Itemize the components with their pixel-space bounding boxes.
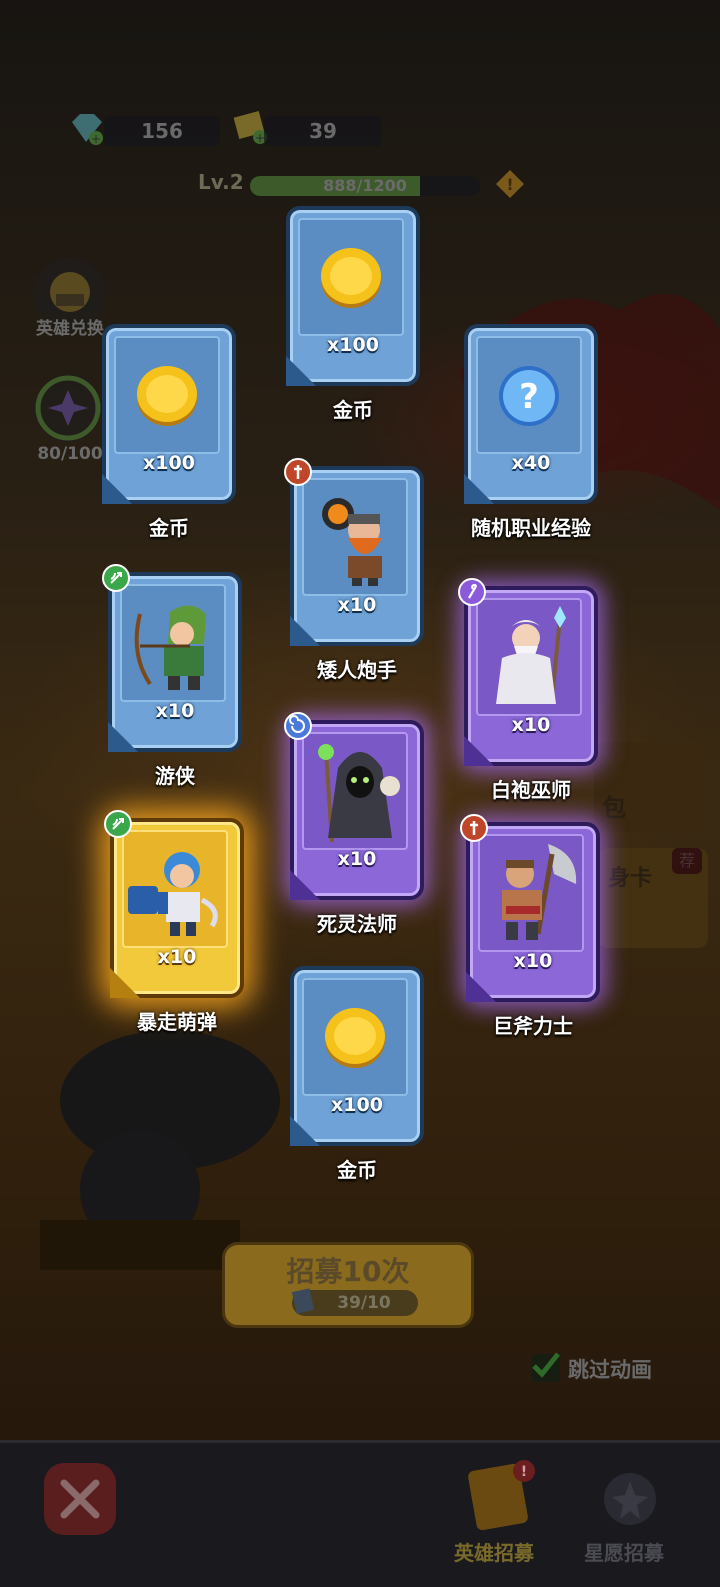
crossed-swords-icon (60, 1479, 100, 1519)
bottom-nav: ! 英雄招募 星愿招募 (0, 1440, 720, 1587)
star-shard-progress: 80/100 (37, 444, 103, 464)
star-shard-button[interactable] (34, 374, 102, 442)
alert-icon[interactable]: ! (494, 168, 526, 200)
card-fold (290, 870, 320, 900)
card-fold (102, 474, 132, 504)
card-fold (466, 972, 496, 1002)
gold-coin-icon (321, 248, 381, 308)
ticket-icon (291, 1288, 315, 1314)
spiral-class-icon (284, 712, 312, 740)
card-name: 白袍巫师 (491, 778, 571, 802)
gem-count: 156 (104, 116, 220, 146)
reward-card-white-wizard[interactable]: x10 白袍巫师 (458, 578, 604, 802)
tab-hero-recruit[interactable]: ! 英雄招募 (448, 1457, 558, 1577)
recruit-cost-value: 39/10 (337, 1293, 391, 1313)
ticket-count: 39 (264, 116, 382, 146)
rampage-gunner-portrait (128, 852, 218, 936)
gold-coin-icon (137, 366, 197, 426)
archer-class-icon (104, 810, 132, 838)
tab-hero-recruit-label: 英雄招募 (454, 1541, 534, 1565)
card-quantity: x10 (337, 848, 377, 870)
card-name: 巨斧力士 (493, 1014, 573, 1038)
warrior-class-icon (284, 458, 312, 486)
card-fold (286, 356, 316, 386)
skip-animation-checkbox[interactable] (532, 1352, 560, 1382)
card-quantity: x100 (143, 452, 195, 474)
reward-card-coin-2[interactable]: x100 金币 (102, 324, 242, 540)
star-wish-icon (604, 1473, 656, 1525)
exp-text: 888/1200 (323, 176, 407, 195)
gem-icon: + (72, 114, 103, 146)
card-name: 游侠 (155, 764, 195, 788)
recruit-10-label: 招募10次 (286, 1255, 410, 1288)
card-fold (464, 474, 494, 504)
warrior-class-icon (460, 814, 488, 842)
card-name: 死灵法师 (317, 912, 397, 936)
card-fold (108, 722, 138, 752)
close-button[interactable] (44, 1463, 116, 1535)
svg-text:?: ? (519, 377, 539, 417)
card-quantity: x10 (337, 594, 377, 616)
reward-card-axe-giant[interactable]: x10 巨斧力士 (460, 814, 606, 1038)
axe-warrior-portrait (502, 844, 577, 940)
card-quantity: x10 (157, 946, 197, 968)
card-name: 金币 (333, 398, 373, 422)
mage-class-icon (458, 578, 486, 606)
card-fold (110, 968, 140, 998)
reward-card-necromancer[interactable]: x10 死灵法师 (284, 712, 430, 936)
gold-coin-icon (325, 1008, 385, 1068)
necromancer-portrait (318, 744, 400, 843)
hero-card-icon: ! (468, 1460, 535, 1531)
card-name: 金币 (337, 1158, 377, 1182)
reward-card-coin-3[interactable]: x100 金币 (290, 966, 430, 1182)
skip-animation-label[interactable]: 跳过动画 (568, 1354, 652, 1384)
card-quantity: x10 (513, 950, 553, 972)
reward-card-coin-1[interactable]: x100 金币 (286, 206, 426, 422)
player-level: Lv.2 (198, 170, 244, 194)
card-quantity: x10 (155, 700, 195, 722)
card-name: 暴走萌弹 (137, 1010, 217, 1034)
card-name: 矮人炮手 (317, 658, 397, 682)
card-fold (290, 616, 320, 646)
card-fold (290, 1116, 320, 1146)
card-name: 随机职业经验 (471, 516, 591, 540)
dwarf-cannoneer-portrait (322, 498, 382, 586)
question-orb-icon: ? (499, 366, 559, 426)
card-quantity: x100 (331, 1094, 383, 1116)
white-wizard-portrait (496, 606, 566, 704)
star-shard-icon (35, 375, 101, 441)
tab-star-recruit-label: 星愿招募 (584, 1541, 664, 1565)
archer-class-icon (102, 564, 130, 592)
ranger-portrait (134, 605, 206, 690)
tab-star-recruit[interactable]: 星愿招募 (582, 1457, 692, 1577)
reward-card-ranger[interactable]: x10 游侠 (102, 564, 248, 788)
card-fold (464, 736, 494, 766)
reward-card-class-exp[interactable]: ? x40 随机职业经验 (464, 324, 604, 540)
reward-card-dwarf[interactable]: x10 矮人炮手 (284, 458, 430, 682)
card-quantity: x10 (511, 714, 551, 736)
card-quantity: x100 (327, 334, 379, 356)
svg-text:!: ! (506, 175, 513, 194)
card-quantity: x40 (511, 452, 551, 474)
svg-text:+: + (91, 132, 101, 146)
svg-text:!: ! (521, 1464, 527, 1480)
checkmark-icon (532, 1352, 560, 1378)
card-name: 金币 (149, 516, 189, 540)
reward-card-rampage[interactable]: x10 暴走萌弹 (104, 810, 250, 1034)
